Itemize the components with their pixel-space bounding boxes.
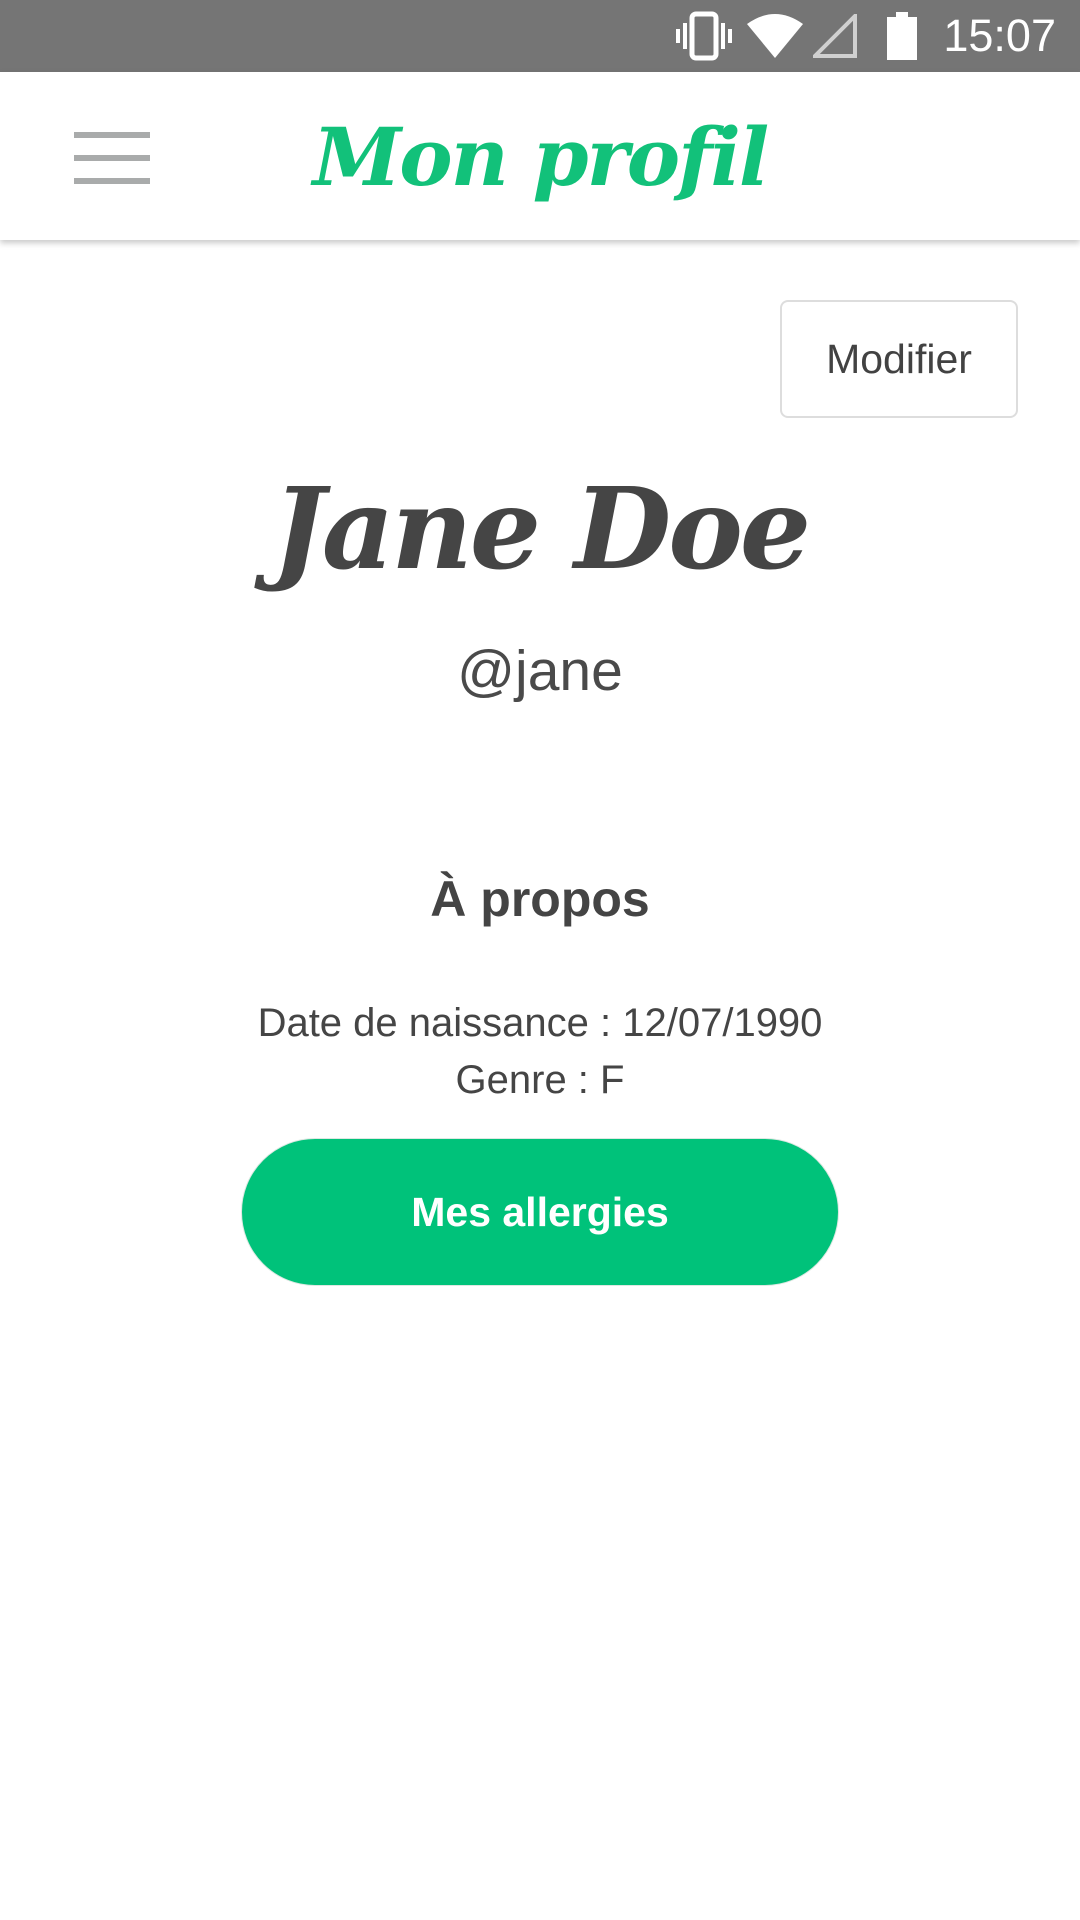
gender-text: Genre : F [455, 1058, 625, 1102]
app-bar: Mon profil [0, 72, 1080, 240]
profile-username: @jane [457, 639, 623, 703]
battery-icon [887, 12, 918, 60]
menu-line [74, 132, 150, 138]
status-time: 15:07 [943, 10, 1056, 61]
profile-name: Jane Doe [271, 464, 811, 595]
page-title: Mon profil [312, 110, 770, 204]
about-heading: À propos [430, 871, 650, 927]
status-bar: 15:07 [0, 0, 1080, 72]
cellular-signal-icon [813, 14, 858, 58]
modify-button[interactable]: Modifier [780, 300, 1018, 418]
my-allergies-button[interactable]: Mes allergies [241, 1138, 839, 1286]
status-icons: 15:07 [675, 0, 1080, 72]
menu-line [74, 178, 150, 184]
vibrate-icon [676, 11, 733, 61]
birthdate-text: Date de naissance : 12/07/1990 [257, 1001, 823, 1045]
wifi-icon [747, 14, 804, 58]
menu-line [74, 155, 150, 161]
hamburger-menu-icon[interactable] [60, 122, 156, 194]
